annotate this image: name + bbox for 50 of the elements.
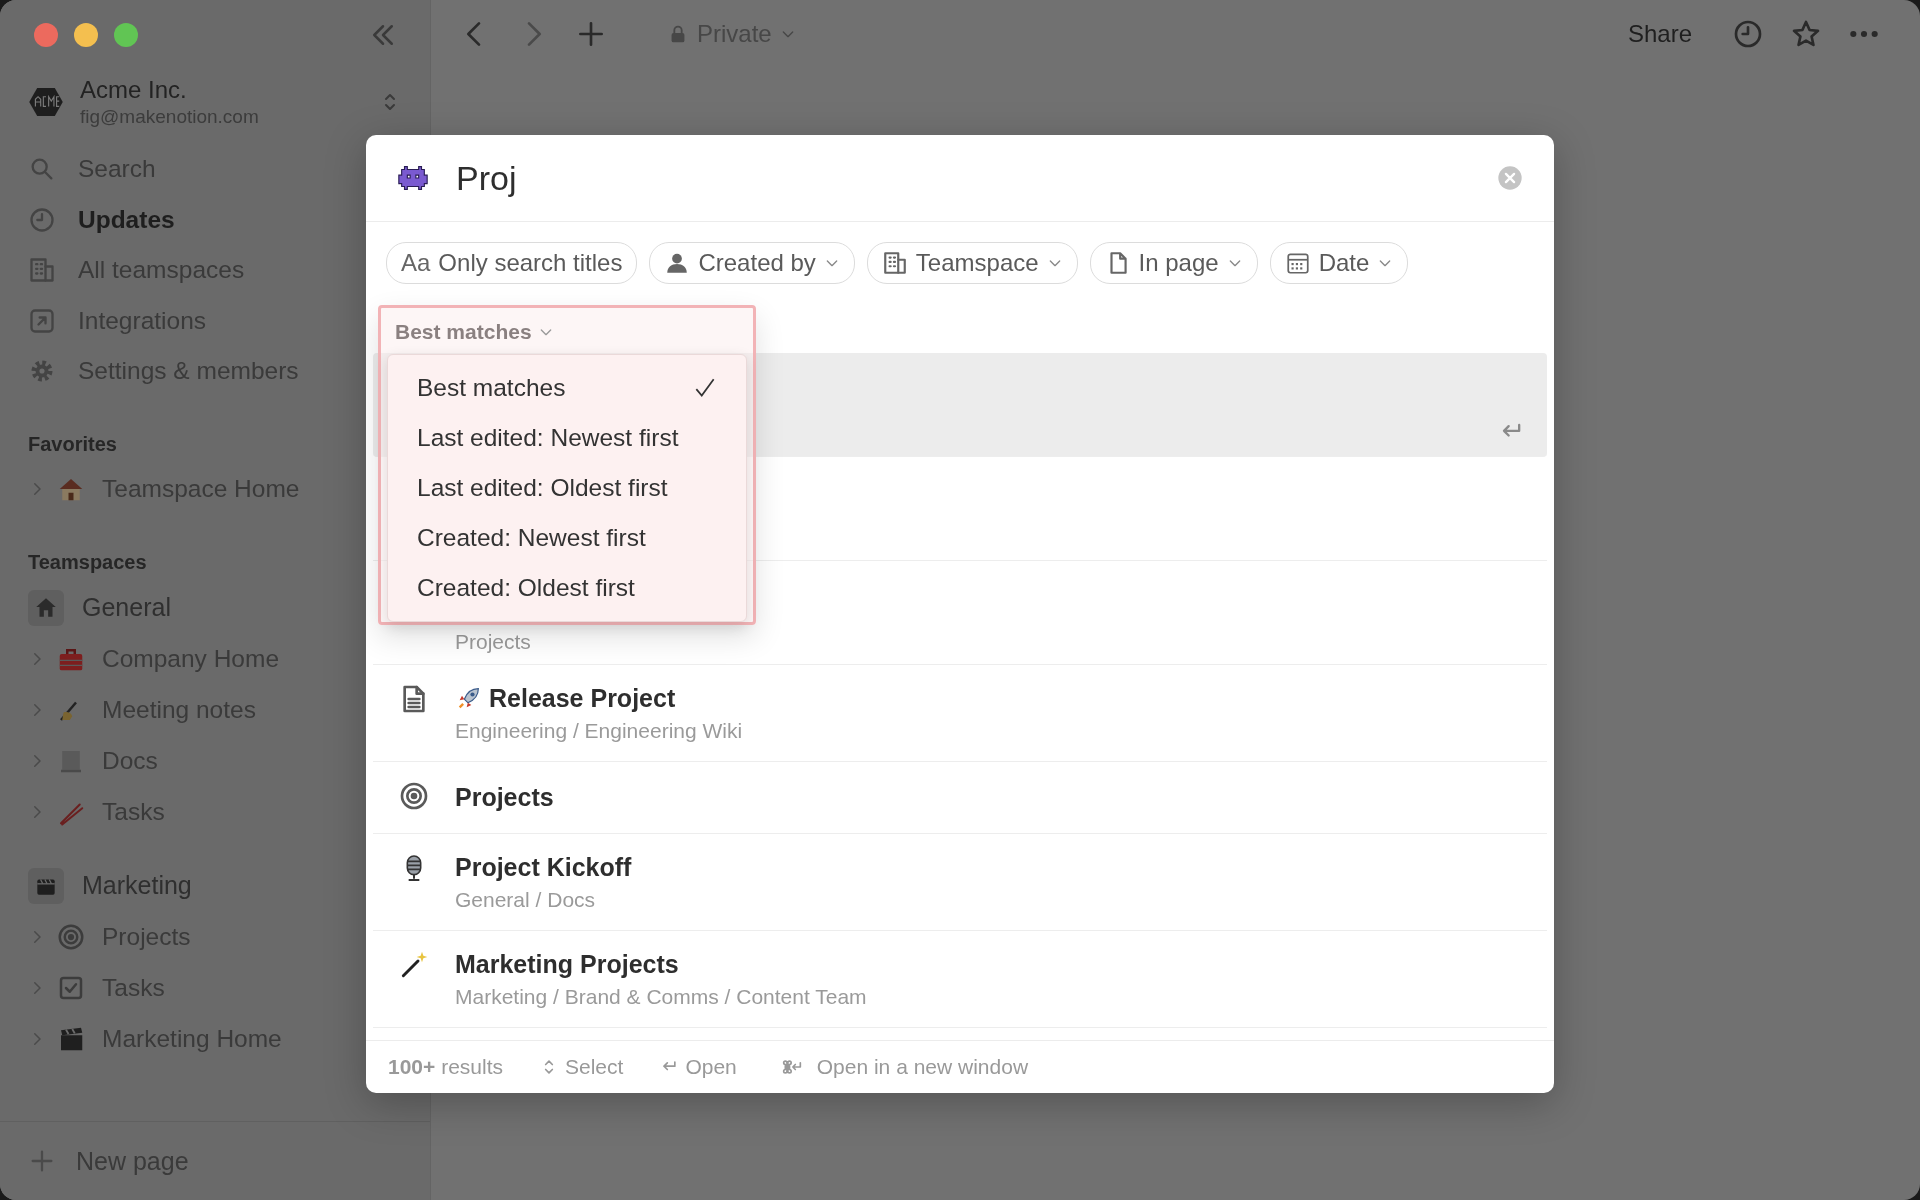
menu-item[interactable]: Last edited: Oldest first — [388, 463, 746, 513]
workspace-name[interactable]: Acme Inc. — [80, 76, 362, 104]
result-title: Projects — [455, 783, 554, 812]
menu-item[interactable]: Created: Newest first — [388, 513, 746, 563]
sort-menu-button[interactable]: Best matches — [381, 312, 568, 352]
result-path: Engineering / Engineering Wiki — [455, 718, 744, 743]
close-window-button[interactable] — [34, 23, 58, 47]
result-path: Projects — [455, 630, 532, 654]
search-result[interactable]: Project Kickoff General / Docs — [373, 834, 1547, 931]
filter-chip[interactable]: Teamspace — [866, 242, 1078, 284]
keyboard-hint: Open in a new window — [816, 1055, 1029, 1079]
filter-chip[interactable]: Date — [1269, 242, 1409, 284]
menu-item[interactable]: Last edited: Newest first — [388, 413, 746, 463]
keyboard-hint: Open — [685, 1055, 737, 1079]
teamspace-icon — [28, 589, 64, 626]
teamspace-name[interactable]: General — [82, 593, 171, 622]
search-result[interactable]: Projects — [373, 762, 1547, 834]
menu-item[interactable]: Best matches — [388, 363, 746, 413]
result-path: General / Docs — [455, 887, 597, 912]
share-button[interactable]: Share — [1627, 20, 1692, 48]
menu-item[interactable]: Created: Oldest first — [388, 563, 746, 613]
teamspace-name[interactable]: Marketing — [82, 871, 192, 900]
clock-icon[interactable] — [28, 205, 56, 234]
filter-chip[interactable]: In page — [1089, 242, 1258, 284]
workspace-logo-icon — [28, 87, 64, 117]
section-heading: Teamspaces — [28, 550, 148, 574]
sidebar-item[interactable]: Updates — [78, 205, 175, 234]
filter-chip[interactable]: Aa Only search titles — [386, 242, 638, 284]
keyboard-hint: Select — [565, 1055, 624, 1079]
calendar-icon — [1284, 250, 1311, 276]
clock-icon[interactable] — [1732, 18, 1764, 50]
result-title: Project Kickoff — [455, 852, 632, 882]
result-path: Marketing / Brand & Comms / Content Team — [455, 984, 868, 1009]
target-icon — [56, 922, 86, 952]
section-heading: Favorites — [28, 432, 118, 456]
teamspace-icon — [28, 867, 64, 904]
search-field[interactable]: Proj — [456, 158, 1470, 198]
clear-icon[interactable] — [1496, 164, 1524, 192]
building-icon[interactable] — [28, 256, 56, 285]
building-icon — [881, 250, 908, 276]
result-count: 100+ results — [388, 1055, 503, 1079]
target-icon — [398, 780, 430, 812]
result-title: Marketing Projects — [455, 949, 679, 979]
search-result[interactable]: Release Project Engineering / Engineering Wiki — [373, 665, 1547, 762]
zoom-window-button[interactable] — [114, 23, 138, 47]
minimize-window-button[interactable] — [74, 23, 98, 47]
result-title: Release Project — [489, 683, 676, 713]
filter-chip[interactable]: Created by — [649, 242, 855, 284]
search-result[interactable]: Marketing Projects Marketing / Brand & Comms / Content Team — [373, 931, 1547, 1028]
arrow-box-icon[interactable] — [28, 306, 56, 335]
